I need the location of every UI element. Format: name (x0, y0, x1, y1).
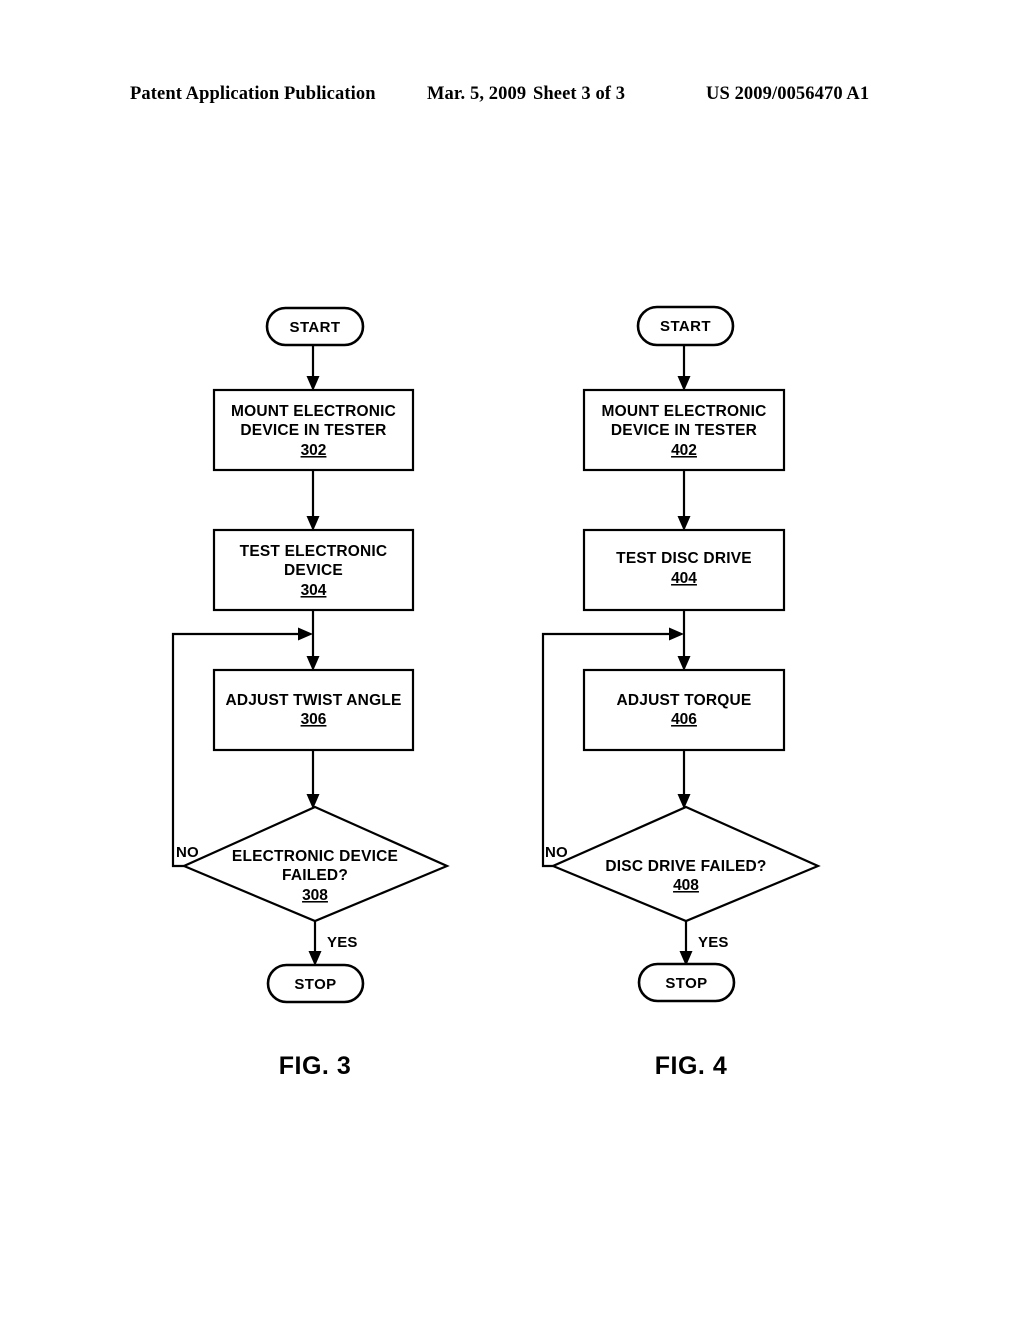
fig3-process-306-line1: ADJUST TWIST ANGLE (225, 692, 401, 709)
fig3-stop-label: STOP (294, 976, 336, 993)
fig3-edge-label-yes: YES (327, 934, 358, 951)
fig4-connector-406-to-408 (677, 750, 691, 809)
fig4-process-404: TEST DISC DRIVE 404 (582, 528, 786, 612)
fig4-process-406-shape (582, 668, 786, 752)
fig4-connector-402-to-404 (677, 470, 691, 531)
fig4-process-402-line1: MOUNT ELECTRONIC (601, 403, 766, 420)
fig3-decision-308-ref: 308 (302, 887, 328, 904)
fig3-process-304-line2: DEVICE (284, 562, 343, 579)
fig3-process-304: TEST ELECTRONIC DEVICE 304 (212, 528, 415, 612)
fig3-process-302: MOUNT ELECTRONIC DEVICE IN TESTER 302 (212, 388, 415, 472)
fig3-process-306-shape (212, 668, 415, 752)
fig4-process-406: ADJUST TORQUE 406 (582, 668, 786, 752)
fig4-edge-label-no: NO (545, 844, 568, 861)
figure-4: START MOUNT ELECTRONIC DEVICE IN TESTER … (541, 305, 821, 1080)
fig4-process-406-line1: ADJUST TORQUE (617, 692, 752, 709)
flowcharts-svg: START MOUNT ELECTRONIC DEVICE IN TESTER … (171, 305, 821, 1080)
fig4-process-404-ref: 404 (671, 570, 697, 587)
fig3-connector-306-to-308 (306, 750, 320, 809)
patent-page: Patent Application Publication Mar. 5, 2… (0, 0, 1024, 1320)
fig3-connector-304-to-306 (306, 610, 320, 671)
fig4-connector-start-to-402 (677, 345, 691, 391)
fig3-process-302-ref: 302 (301, 442, 327, 459)
fig3-process-302-line2: DEVICE IN TESTER (240, 422, 386, 439)
fig4-decision-408-line1: DISC DRIVE FAILED? (605, 858, 766, 875)
fig3-process-306-ref: 306 (301, 711, 327, 728)
fig3-stop-node: STOP (266, 963, 365, 1004)
fig3-process-302-line1: MOUNT ELECTRONIC (231, 403, 396, 420)
fig4-connector-404-to-406 (677, 610, 691, 671)
fig4-decision-408-ref: 408 (673, 877, 699, 894)
fig3-connector-start-to-302 (306, 345, 320, 391)
fig4-process-402-ref: 402 (671, 442, 697, 459)
figure-3: START MOUNT ELECTRONIC DEVICE IN TESTER … (171, 306, 450, 1080)
fig3-process-304-ref: 304 (301, 582, 327, 599)
fig3-decision-308-line2: FAILED? (282, 867, 348, 884)
fig4-process-402: MOUNT ELECTRONIC DEVICE IN TESTER 402 (582, 388, 786, 472)
fig3-process-304-line1: TEST ELECTRONIC (240, 543, 388, 560)
fig3-connector-302-to-304 (306, 470, 320, 531)
fig3-process-306: ADJUST TWIST ANGLE 306 (212, 668, 415, 752)
fig3-connector-308-to-stop (308, 921, 322, 966)
fig4-process-402-line2: DEVICE IN TESTER (611, 422, 757, 439)
figures-container: START MOUNT ELECTRONIC DEVICE IN TESTER … (0, 0, 1024, 1320)
fig3-caption: FIG. 3 (279, 1052, 351, 1080)
fig4-decision-408: DISC DRIVE FAILED? 408 (550, 805, 821, 923)
fig4-process-404-line1: TEST DISC DRIVE (616, 550, 752, 567)
fig4-caption: FIG. 4 (655, 1052, 727, 1080)
fig4-edge-label-yes: YES (698, 934, 729, 951)
fig3-decision-308-line1: ELECTRONIC DEVICE (232, 848, 398, 865)
fig4-stop-label: STOP (665, 975, 707, 992)
fig4-stop-node: STOP (637, 962, 736, 1003)
fig3-decision-308: ELECTRONIC DEVICE FAILED? 308 (181, 805, 450, 923)
fig3-start-label: START (290, 319, 341, 336)
fig4-start-label: START (660, 318, 711, 335)
fig4-start-node: START (636, 305, 735, 347)
fig4-connector-408-to-stop (679, 921, 693, 966)
fig4-process-406-ref: 406 (671, 711, 697, 728)
fig3-start-node: START (265, 306, 365, 347)
fig3-edge-label-no: NO (176, 844, 199, 861)
